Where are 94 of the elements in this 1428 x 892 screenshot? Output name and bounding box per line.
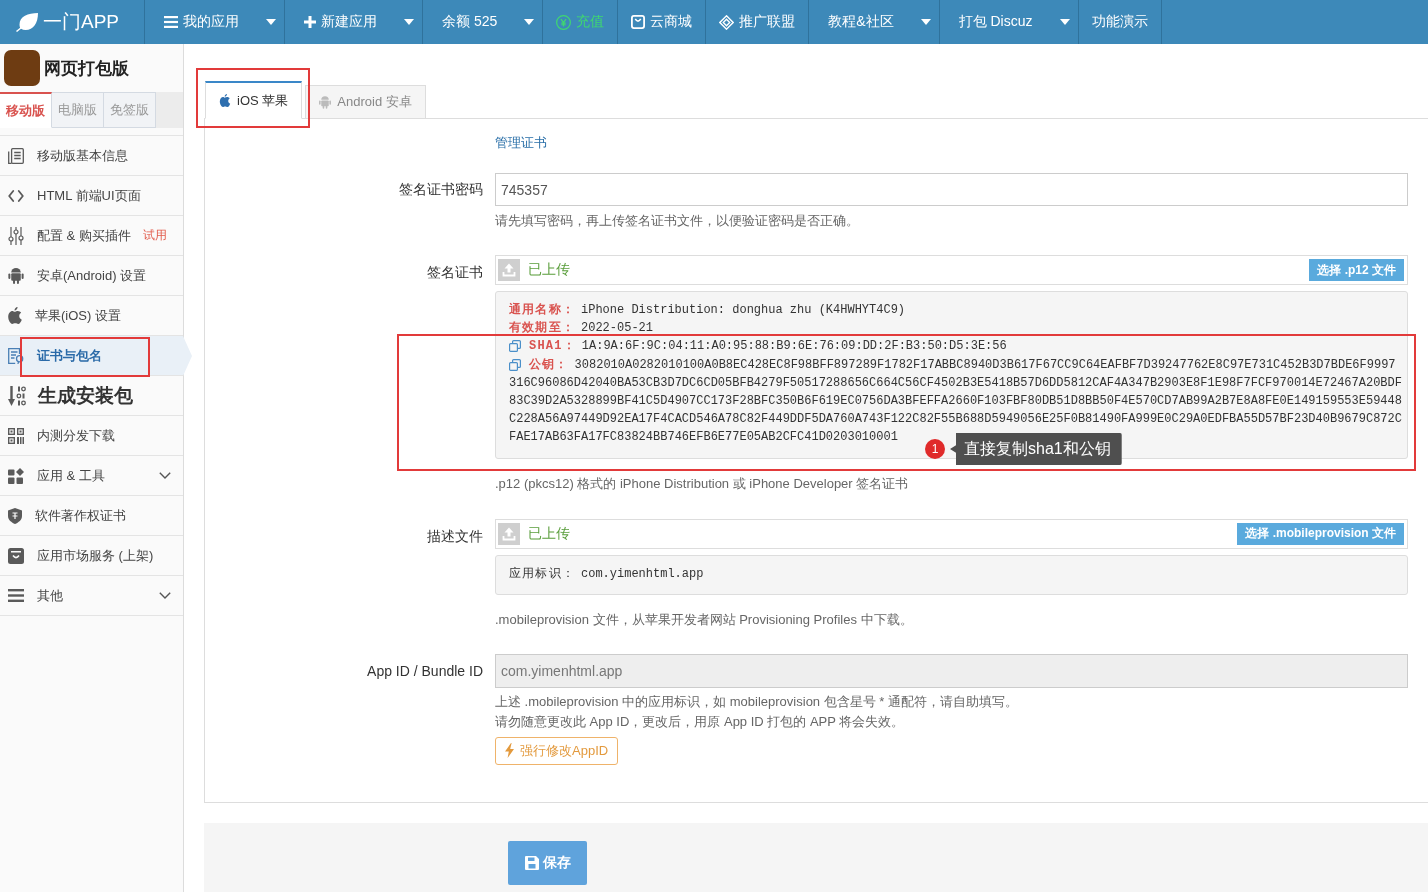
detail-value: 83C39D2A5328899BF41C5D4907CC173F28BFC350B6F619EC0756DA3BFEFFA2660F103FBF80DB51D8BB50F4E570CD7AB99A2B7E8A8FE0E149159553E59448 bbox=[509, 392, 1402, 410]
sidebar-item[interactable]: 应用市场服务 (上架) bbox=[0, 536, 183, 576]
sidebar-item[interactable]: 应用 & 工具 bbox=[0, 456, 183, 496]
copy-icon[interactable] bbox=[509, 358, 521, 371]
qr-code-icon bbox=[8, 427, 24, 444]
detail-value: iPhone Distribution: donghua zhu (K4HWHYT4C9) bbox=[581, 302, 906, 319]
detail-value: 2022-05-21 bbox=[581, 320, 653, 338]
field-label: 签名证书 bbox=[426, 263, 483, 282]
platform-tab[interactable]: Android 安卓 bbox=[305, 85, 426, 119]
detail-label: SHA1： bbox=[529, 338, 576, 356]
field-label: 描述文件 bbox=[426, 526, 483, 546]
upload-field[interactable]: 已上传 选择 .mobileprovision 文件 bbox=[495, 518, 1408, 549]
help-text: 请先填写密码，再上传签名证书文件，以便验证密码是否正确。 bbox=[495, 212, 859, 230]
password-field[interactable]: 745357 bbox=[495, 173, 1408, 206]
help-text: .p12 (pkcs12) 格式的 iPhone Distribution 或 iPhone Developer 签名证书 bbox=[495, 474, 909, 493]
caret-down-icon bbox=[920, 19, 931, 25]
chevron-down-icon bbox=[159, 592, 171, 599]
nav-menu-item[interactable]: 推广联盟 bbox=[706, 0, 810, 44]
app-name: 网页打包版 bbox=[44, 57, 129, 80]
sidebar-item[interactable]: 生成安装包 bbox=[0, 376, 183, 416]
menu-icon bbox=[8, 589, 24, 602]
document-list-icon bbox=[8, 147, 24, 164]
sidebar-item[interactable]: 其他 bbox=[0, 576, 183, 616]
code-icon bbox=[8, 189, 24, 202]
annotation-callout: 直接复制sha1和公钥 bbox=[950, 433, 1122, 465]
shield-icon bbox=[8, 507, 22, 524]
app-logo-icon bbox=[4, 50, 40, 86]
nav-menu-item[interactable]: 云商城 bbox=[618, 0, 707, 44]
sidebar-item[interactable]: 软件著作权证书 bbox=[0, 496, 183, 536]
plus-icon bbox=[304, 16, 316, 28]
detail-value: FAE17AB63FA17FC83824BB746EFB6E77E05AB2CFC41D0203010001 bbox=[509, 429, 898, 447]
step-badge: 1 bbox=[925, 439, 945, 459]
caret-down-icon bbox=[1059, 19, 1070, 25]
upload-status: 已上传 bbox=[528, 261, 570, 279]
field-label: 签名证书密码 bbox=[398, 180, 483, 199]
upload-status: 已上传 bbox=[528, 524, 570, 543]
upload-icon bbox=[498, 522, 520, 545]
manage-certificates-link[interactable]: 管理证书 bbox=[495, 134, 547, 152]
field-label: App ID / Bundle ID bbox=[366, 661, 483, 681]
certificate-icon bbox=[8, 347, 24, 364]
nav-menu-item[interactable]: 新建应用 bbox=[285, 0, 423, 44]
yen-coin-icon bbox=[556, 14, 572, 30]
detail-value: 1A:9A:6F:9C:04:11:A0:95:88:B9:6E:76:09:DD:2F:B3:50:D5:3E:56 bbox=[581, 338, 1007, 356]
sidebar-item[interactable]: HTML 前端UI页面 bbox=[0, 176, 183, 216]
android-icon bbox=[8, 267, 24, 284]
help-text: .mobileprovision 文件，从苹果开发者网站 Provisioning Profiles 中下载。 bbox=[495, 610, 913, 629]
choose-file-button[interactable]: 选择 .p12 文件 bbox=[1309, 259, 1404, 281]
menu-icon bbox=[164, 16, 178, 28]
diamond-icon bbox=[719, 14, 735, 30]
apps-grid-icon bbox=[8, 467, 24, 484]
leaf-icon bbox=[16, 12, 38, 32]
caret-down-icon bbox=[404, 19, 414, 25]
nav-menu-item[interactable]: 功能演示 bbox=[1078, 0, 1162, 44]
sidebar-item[interactable]: 内测分发下载 bbox=[0, 416, 183, 456]
brand-name[interactable]: 一门APP bbox=[43, 9, 120, 35]
save-button[interactable]: 保存 bbox=[508, 840, 587, 885]
detail-value: C228A56A97449D92EA17F4CACD546A78C82F449DDF5DA760A743F122C82F55B688D5949056E25F0B81490FA999E0C29A0EDFBA55D57BF23D40B9679C872C bbox=[509, 411, 1402, 429]
trial-label: 试用 bbox=[142, 227, 167, 244]
lightning-bolt-icon bbox=[505, 743, 514, 759]
android-icon bbox=[319, 95, 332, 109]
detail-value: 3082010A0282010100A0B8EC428EC8F98BFF897289F1782F17ABBC8940D3B617F67CC9C64EAFBF7D39247762E8C97E731C452B3D7BDE6F9997 bbox=[574, 356, 1396, 374]
version-tab[interactable]: 移动版 bbox=[0, 92, 52, 128]
sidebar-item[interactable]: 证书与包名 bbox=[0, 336, 192, 376]
sidebar-item[interactable]: 配置 & 购买插件 试用 bbox=[0, 216, 183, 256]
sort-down-icon bbox=[8, 385, 26, 406]
shopping-bag-icon bbox=[631, 15, 646, 29]
nav-menu-item[interactable]: 余额 525 bbox=[423, 0, 544, 44]
choose-file-button[interactable]: 选择 .mobileprovision 文件 bbox=[1237, 522, 1404, 545]
caret-down-icon bbox=[266, 19, 276, 25]
upload-field[interactable]: 已上传 选择 .p12 文件 bbox=[495, 255, 1408, 285]
sidebar-item[interactable]: 移动版基本信息 bbox=[0, 136, 183, 176]
caret-down-icon bbox=[524, 19, 535, 25]
sliders-icon bbox=[8, 226, 24, 245]
detail-value: 316C96086D42040BA53CB3D7DC6CD05BFB4279F50517288656C664C56CF4502B3E5418B57D6DD5812CAF4A347B2903E8F1E98F7FCF970014E72467A20BDF bbox=[509, 374, 1402, 392]
apple-icon bbox=[8, 307, 22, 324]
detail-label: 通用名称： bbox=[509, 301, 575, 319]
version-tab[interactable]: 免签版 bbox=[104, 92, 156, 128]
help-text: 请勿随意更改此 App ID，更改后，用原 App ID 打包的 APP 将会失效。 bbox=[495, 712, 905, 731]
detail-label: 应用标识： bbox=[509, 565, 575, 583]
detail-value: com.yimenhtml.app bbox=[581, 565, 704, 583]
platform-tab[interactable]: iOS 苹果 bbox=[205, 81, 303, 119]
sidebar-item[interactable]: 安卓(Android) 设置 bbox=[0, 256, 183, 296]
detail-label: 有效期至： bbox=[509, 320, 575, 338]
help-text: 上述 .mobileprovision 中的应用标识，如 mobileprovision 包含星号 * 通配符，请自助填写。 bbox=[495, 692, 1018, 711]
version-tab[interactable]: 电脑版 bbox=[52, 92, 104, 128]
nav-menu-item[interactable]: 打包 Discuz bbox=[939, 0, 1079, 44]
shopping-bag-icon bbox=[8, 547, 24, 564]
copy-icon[interactable] bbox=[509, 340, 521, 353]
nav-menu-item[interactable]: 教程&社区 bbox=[809, 0, 940, 44]
detail-label: 公钥： bbox=[529, 356, 569, 374]
apple-icon bbox=[219, 94, 231, 107]
chevron-down-icon bbox=[159, 472, 171, 479]
nav-menu-item[interactable]: 充值 bbox=[543, 0, 619, 44]
upload-icon bbox=[498, 259, 520, 281]
